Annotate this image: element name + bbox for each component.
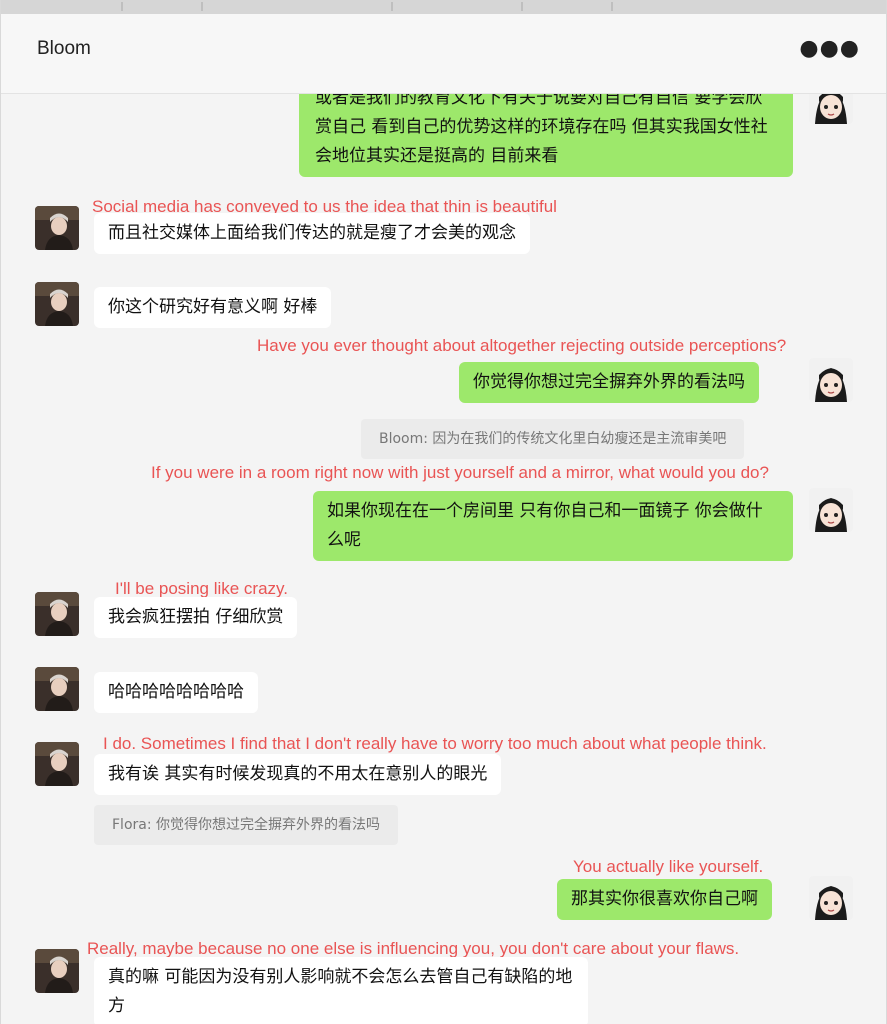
translation-text: If you were in a room right now with jus… bbox=[151, 463, 769, 482]
message-bubble-outgoing[interactable]: 你觉得你想过完全摒弃外界的看法吗 bbox=[459, 362, 759, 403]
translation-text: Really, maybe because no one else is inf… bbox=[87, 939, 740, 958]
chat-window: Bloom ●●● 或者是我们的教育文化下有关于说要对自己有自信 要学会欣赏自己… bbox=[0, 0, 887, 1024]
chat-title: Bloom bbox=[37, 38, 91, 59]
user-avatar[interactable] bbox=[809, 94, 853, 124]
contact-avatar[interactable] bbox=[35, 282, 79, 326]
message-bubble-outgoing[interactable]: 如果你现在在一个房间里 只有你自己和一面镜子 你会做什么呢 bbox=[313, 491, 793, 561]
contact-avatar[interactable] bbox=[35, 742, 79, 786]
message-bubble-incoming[interactable]: 而且社交媒体上面给我们传达的就是瘦了才会美的观念 bbox=[94, 213, 530, 254]
contact-avatar[interactable] bbox=[35, 206, 79, 250]
message-bubble-incoming[interactable]: 真的嘛 可能因为没有别人影响就不会怎么去管自己有缺陷的地方 bbox=[94, 957, 588, 1024]
translation-text: You actually like yourself. bbox=[573, 857, 764, 876]
message-bubble-incoming[interactable]: 我有诶 其实有时候发现真的不用太在意别人的眼光 bbox=[94, 754, 502, 795]
message-list[interactable]: 或者是我们的教育文化下有关于说要对自己有自信 要学会欣赏自己 看到自己的优势这样… bbox=[1, 94, 886, 1024]
message-bubble-outgoing[interactable]: 那其实你很喜欢你自己啊 bbox=[557, 879, 772, 920]
window-top-strip bbox=[1, 0, 886, 14]
contact-avatar[interactable] bbox=[35, 667, 79, 711]
user-avatar[interactable] bbox=[809, 876, 853, 920]
translation-text: I'll be posing like crazy. bbox=[115, 579, 289, 598]
translation-text: Have you ever thought about altogether r… bbox=[257, 336, 787, 355]
contact-avatar[interactable] bbox=[35, 949, 79, 993]
user-avatar[interactable] bbox=[809, 358, 853, 402]
quoted-reply[interactable]: Bloom: 因为在我们的传统文化里白幼瘦还是主流审美吧 bbox=[361, 419, 745, 459]
contact-avatar[interactable] bbox=[35, 592, 79, 636]
chat-header: Bloom ●●● bbox=[1, 14, 886, 94]
translation-text: I do. Sometimes I find that I don't real… bbox=[103, 734, 767, 753]
quoted-reply[interactable]: Flora: 你觉得你想过完全摒弃外界的看法吗 bbox=[94, 805, 399, 845]
more-horizontal-icon[interactable]: ●●● bbox=[799, 36, 860, 61]
message-bubble-incoming[interactable]: 我会疯狂摆拍 仔细欣赏 bbox=[94, 597, 298, 638]
message-bubble-incoming[interactable]: 哈哈哈哈哈哈哈哈 bbox=[94, 672, 258, 713]
message-bubble-incoming[interactable]: 你这个研究好有意义啊 好棒 bbox=[94, 287, 332, 328]
message-bubble-outgoing[interactable]: 或者是我们的教育文化下有关于说要对自己有自信 要学会欣赏自己 看到自己的优势这样… bbox=[299, 94, 793, 177]
user-avatar[interactable] bbox=[809, 488, 853, 532]
